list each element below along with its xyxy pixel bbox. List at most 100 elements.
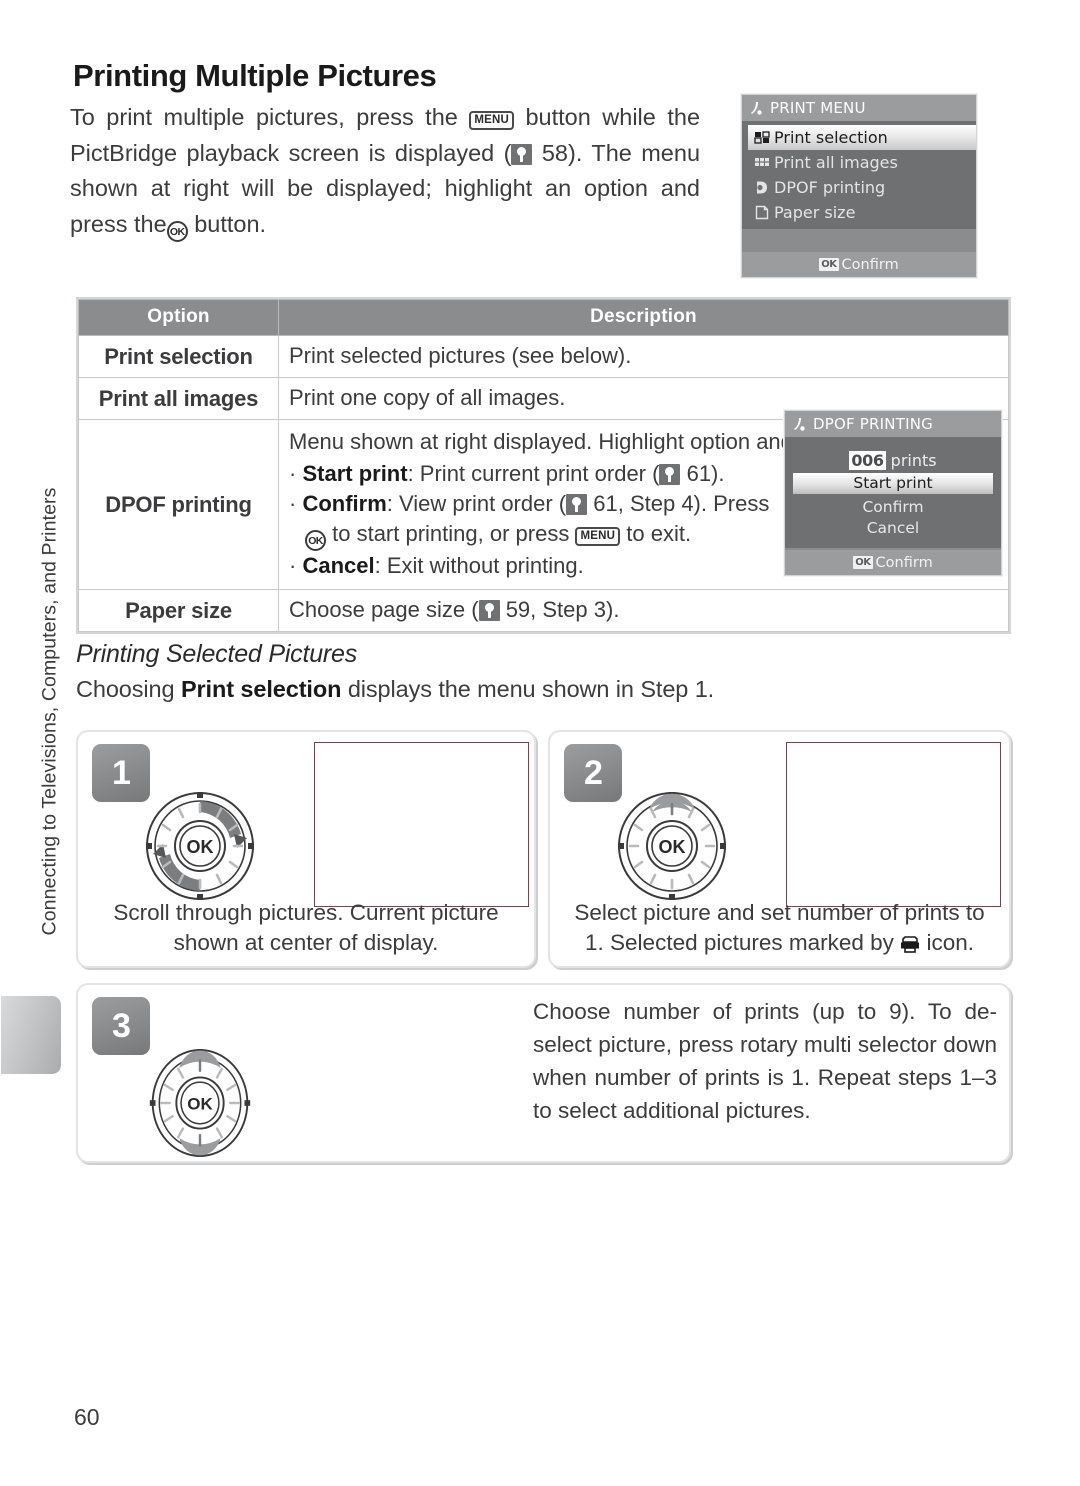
svg-text:OK: OK (187, 837, 214, 857)
option-description: Print selected pictures (see below). (278, 335, 1009, 378)
reference-icon (566, 494, 588, 515)
dpof-body: 006 prints Start print Confirm Cancel (785, 437, 1001, 548)
print-menu-screen: PRINT MENU Print selection Print all ima… (741, 94, 977, 278)
print-menu-title: PRINT MENU (770, 99, 866, 117)
dpof-intro-a: Menu shown at right displayed. Highlight… (289, 429, 751, 454)
print-menu-titlebar: PRINT MENU (742, 95, 976, 121)
ok-button-icon: OK (305, 530, 326, 551)
step-number: 1 (92, 744, 150, 802)
grid-four-icon (750, 131, 774, 144)
footer-label: Confirm (875, 554, 933, 571)
dpof-title: DPOF PRINTING (813, 415, 933, 433)
step-2-screen-placeholder (786, 742, 1001, 907)
page-title: Printing Multiple Pictures (73, 58, 437, 93)
step-number: 2 (564, 744, 622, 802)
ok-badge-icon: OK (819, 258, 839, 271)
menu-button-icon: MENU (469, 111, 514, 130)
chapter-tab-marker (0, 995, 62, 1075)
dpof-footer: OK Confirm (785, 550, 1001, 575)
dpof-printing-screen: DPOF PRINTING 006 prints Start print Con… (784, 410, 1002, 576)
bullet-text: : Exit without printing. (374, 553, 584, 578)
intro-text-4: 58). (541, 139, 583, 166)
step-1-caption: Scroll through pictures. Current picture… (88, 898, 524, 958)
ok-button-icon: OK (166, 220, 188, 242)
intro-text-1: To print multiple pictures, press the (70, 104, 458, 130)
pictbridge-icon (748, 100, 765, 117)
bullet-text: : View print order ( (386, 491, 567, 516)
section-intro-bold: Print selection (180, 676, 342, 702)
step-3-text: Choose number of prints (up to 9). To de… (533, 995, 997, 1127)
section-intro-a: Choosing (76, 676, 175, 702)
printer-icon (900, 936, 920, 953)
menu-item-label: Print selection (774, 128, 888, 147)
svg-text:OK: OK (187, 1095, 213, 1114)
step-1-screen-placeholder (314, 742, 529, 907)
section-intro-b: displays the menu shown in Step 1. (347, 676, 715, 702)
print-menu-footer: OK Confirm (742, 252, 976, 277)
option-name: Print selection (78, 335, 279, 378)
bullet-term: Cancel (302, 553, 375, 578)
dpof-item-cancel[interactable]: Cancel (791, 518, 995, 539)
section-heading: Printing Selected Pictures (76, 640, 358, 668)
print-menu-list: Print selection Print all images DPOF pr… (742, 121, 976, 229)
step-2-caption-line1: Select picture and set number of prints … (574, 900, 985, 925)
menu-item-label: DPOF printing (774, 178, 886, 197)
footer-label: Confirm (841, 256, 899, 273)
paper-size-text-a: Choose page size ( (289, 597, 479, 622)
reference-icon (511, 143, 533, 165)
bullet-text: : Print current print order ( (407, 461, 660, 486)
rotary-multi-selector-rotate-icon: OK (144, 790, 256, 907)
rotary-multi-selector-up-down-icon: OK (147, 1047, 253, 1164)
menu-item-print-selection[interactable]: Print selection (748, 125, 976, 150)
intro-text-2: button while (525, 104, 656, 130)
step-2-caption-line2a: 1. Selected pictures marked by (585, 930, 894, 955)
step-panel-1: 1 OK Scroll through pictures. Current pi… (76, 730, 536, 968)
table-row: Paper size Choose page size ( 59, Step 3… (78, 589, 1009, 632)
step-3-line2: select picture, press rotary multi selec… (533, 1032, 937, 1057)
option-name: Print all images (78, 377, 279, 420)
column-header-option: Option (78, 299, 279, 336)
menu-item-dpof-printing[interactable]: DPOF printing (748, 175, 970, 200)
option-name: Paper size (78, 589, 279, 632)
column-header-description: Description (278, 299, 1009, 336)
chapter-label: Connecting to Televisions, Computers, an… (38, 487, 61, 936)
dpof-count-value: 006 (849, 451, 886, 470)
table-header-row: Option Description (78, 299, 1009, 336)
reference-icon (659, 464, 681, 485)
page-number: 60 (74, 1404, 100, 1430)
step-2-caption-line2b: icon. (926, 930, 974, 955)
option-name: DPOF printing (78, 419, 279, 590)
bullet-text-b: 61, Step 4). Press (593, 491, 770, 516)
grid-nine-icon (750, 156, 774, 169)
svg-text:OK: OK (659, 837, 686, 857)
step-3-line1: Choose number of prints (up to 9). To de… (533, 999, 997, 1024)
bullet-term: Start print (302, 461, 408, 486)
menu-button-icon: MENU (575, 527, 621, 546)
dpof-icon (750, 180, 774, 195)
menu-item-label: Print all images (774, 153, 898, 172)
step-1-caption-line1: Scroll through pictures. Current picture (113, 900, 499, 925)
bullet-text-b: 61). (686, 461, 725, 486)
page-icon (750, 205, 774, 220)
bullet-term: Confirm (302, 491, 387, 516)
step-number: 3 (92, 997, 150, 1055)
dpof-item-start-print[interactable]: Start print (793, 473, 993, 494)
pictbridge-icon (791, 416, 808, 433)
menu-item-label: Paper size (774, 203, 856, 222)
intro-text-7: button. (194, 210, 267, 237)
dpof-item-confirm[interactable]: Confirm (791, 497, 995, 518)
reference-icon (478, 600, 500, 621)
option-description: Choose page size ( 59, Step 3). (278, 589, 1009, 632)
table-row: Print selection Print selected pictures … (78, 335, 1009, 378)
menu-item-paper-size[interactable]: Paper size (748, 200, 970, 225)
step-1-caption-line2: shown at center of display. (173, 930, 439, 955)
rotary-multi-selector-up-icon: OK (616, 790, 728, 907)
dpof-print-count: 006 prints (791, 451, 995, 470)
step-2-caption: Select picture and set number of prints … (560, 898, 999, 958)
dpof-count-label: prints (890, 451, 937, 470)
dpof-titlebar: DPOF PRINTING (785, 411, 1001, 437)
paper-size-text-b: 59, Step 3). (505, 597, 620, 622)
step-panel-2: 2 OK Select picture and set number of pr… (548, 730, 1011, 968)
cont-text-b: to exit. (626, 521, 692, 546)
menu-item-print-all-images[interactable]: Print all images (748, 150, 970, 175)
